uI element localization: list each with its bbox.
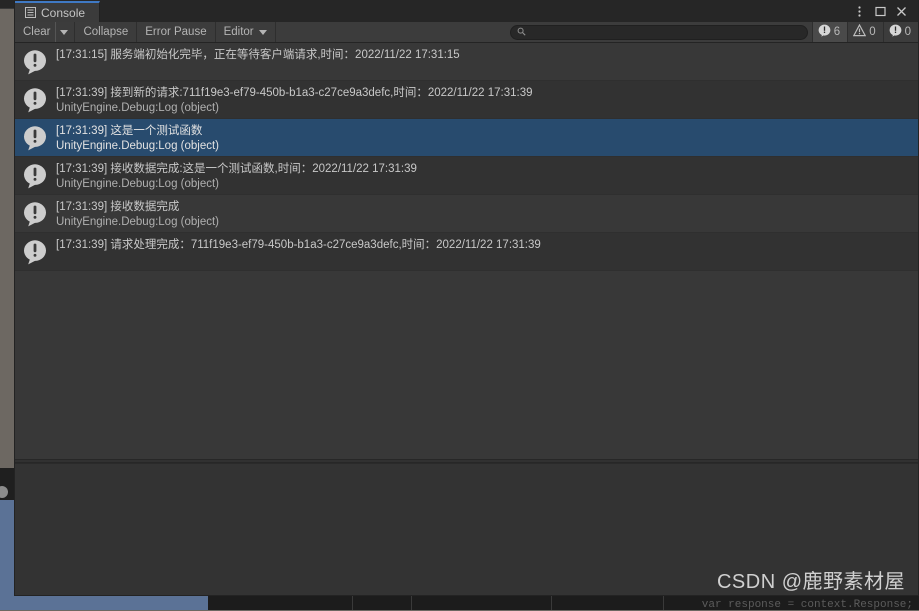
log-error-icon	[21, 238, 49, 266]
error-counter-value: 6	[834, 26, 840, 38]
tab-console[interactable]: Console	[15, 1, 100, 22]
log-entry[interactable]: [17:31:39] 请求处理完成：711f19e3-ef79-450b-b1a…	[15, 233, 918, 271]
chevron-down-icon	[60, 30, 68, 35]
error-pause-button-label: Error Pause	[145, 26, 206, 38]
background-bottom-bar: var response = context.Response;	[0, 596, 919, 610]
background-code-text: var response = context.Response;	[702, 599, 913, 611]
window-maximize-button[interactable]	[871, 2, 890, 21]
log-entry-message: [17:31:39] 接收数据完成:这是一个测试函数,时间：2022/11/22…	[56, 162, 417, 177]
log-entry-text: [17:31:39] 这是一个测试函数 UnityEngine.Debug:Lo…	[56, 122, 219, 154]
log-entry-message: [17:31:39] 接到新的请求:711f19e3-ef79-450b-b1a…	[56, 86, 533, 101]
error-counter[interactable]: 6	[812, 22, 847, 42]
console-toolbar: Clear Collapse Error Pause Editor	[15, 22, 918, 43]
log-detail-pane[interactable]	[15, 463, 918, 595]
log-entry-stacktrace: UnityEngine.Debug:Log (object)	[56, 215, 219, 230]
warning-icon	[853, 24, 866, 40]
window-close-button[interactable]	[892, 2, 911, 21]
clear-button-label: Clear	[23, 26, 50, 38]
log-entry-text: [17:31:39] 接收数据完成:这是一个测试函数,时间：2022/11/22…	[56, 160, 417, 192]
log-entry[interactable]: [17:31:39] 接收数据完成 UnityEngine.Debug:Log …	[15, 195, 918, 233]
background-bottom-blue	[0, 596, 208, 610]
log-error-icon	[21, 124, 49, 152]
chevron-down-icon	[259, 30, 267, 35]
search-icon	[517, 23, 526, 41]
log-list[interactable]: [17:31:15] 服务端初始化完毕，正在等待客户端请求,时间：2022/11…	[15, 43, 918, 459]
error-icon	[818, 24, 831, 40]
search-box[interactable]	[510, 25, 808, 40]
search-container	[506, 22, 812, 42]
background-bottom-segment	[552, 596, 664, 610]
log-entry-message: [17:31:39] 接收数据完成	[56, 200, 219, 215]
log-error-icon	[21, 48, 49, 76]
log-entry-text: [17:31:39] 接到新的请求:711f19e3-ef79-450b-b1a…	[56, 84, 533, 116]
log-counters: 6 0	[812, 22, 918, 42]
background-bottom-segment	[353, 596, 412, 610]
clear-dropdown-button[interactable]	[56, 22, 75, 42]
log-entry-text: [17:31:39] 接收数据完成 UnityEngine.Debug:Log …	[56, 198, 219, 230]
editor-dropdown-label: Editor	[224, 26, 254, 38]
log-error-icon	[21, 200, 49, 228]
console-titlebar: Console	[15, 0, 918, 22]
log-entry-selected[interactable]: [17:31:39] 这是一个测试函数 UnityEngine.Debug:Lo…	[15, 119, 918, 157]
log-error-icon	[21, 162, 49, 190]
log-entry-stacktrace: UnityEngine.Debug:Log (object)	[56, 177, 417, 192]
log-entry[interactable]: [17:31:39] 接到新的请求:711f19e3-ef79-450b-b1a…	[15, 81, 918, 119]
log-entry-stacktrace: UnityEngine.Debug:Log (object)	[56, 139, 219, 154]
background-bottom-segment	[412, 596, 552, 610]
log-entry-message: [17:31:39] 请求处理完成：711f19e3-ef79-450b-b1a…	[56, 238, 541, 253]
log-entry-text: [17:31:15] 服务端初始化完毕，正在等待客户端请求,时间：2022/11…	[56, 46, 460, 63]
clear-button[interactable]: Clear	[15, 22, 56, 42]
window-controls	[850, 0, 918, 22]
list-icon	[25, 7, 36, 18]
warning-counter[interactable]: 0	[847, 22, 882, 42]
log-entry-message: [17:31:15] 服务端初始化完毕，正在等待客户端请求,时间：2022/11…	[56, 48, 460, 63]
error-pause-button[interactable]: Error Pause	[137, 22, 215, 42]
collapse-button[interactable]: Collapse	[75, 22, 137, 42]
log-error-icon	[21, 86, 49, 114]
editor-dropdown-button[interactable]: Editor	[216, 22, 276, 42]
info-counter-value: 0	[905, 26, 911, 38]
console-window: Console Clea	[14, 0, 919, 596]
search-input[interactable]	[530, 26, 801, 38]
background-bottom-segment	[208, 596, 353, 610]
info-icon	[889, 24, 902, 40]
log-entry-message: [17:31:39] 这是一个测试函数	[56, 124, 219, 139]
window-menu-button[interactable]	[850, 2, 869, 21]
log-entry[interactable]: [17:31:39] 接收数据完成:这是一个测试函数,时间：2022/11/22…	[15, 157, 918, 195]
log-entry-text: [17:31:39] 请求处理完成：711f19e3-ef79-450b-b1a…	[56, 236, 541, 253]
toolbar-spacer	[276, 22, 506, 42]
info-counter[interactable]: 0	[883, 22, 918, 42]
log-entry-stacktrace: UnityEngine.Debug:Log (object)	[56, 101, 533, 116]
collapse-button-label: Collapse	[83, 26, 128, 38]
warning-counter-value: 0	[869, 26, 875, 38]
tab-console-label: Console	[41, 6, 85, 20]
log-entry[interactable]: [17:31:15] 服务端初始化完毕，正在等待客户端请求,时间：2022/11…	[15, 43, 918, 81]
